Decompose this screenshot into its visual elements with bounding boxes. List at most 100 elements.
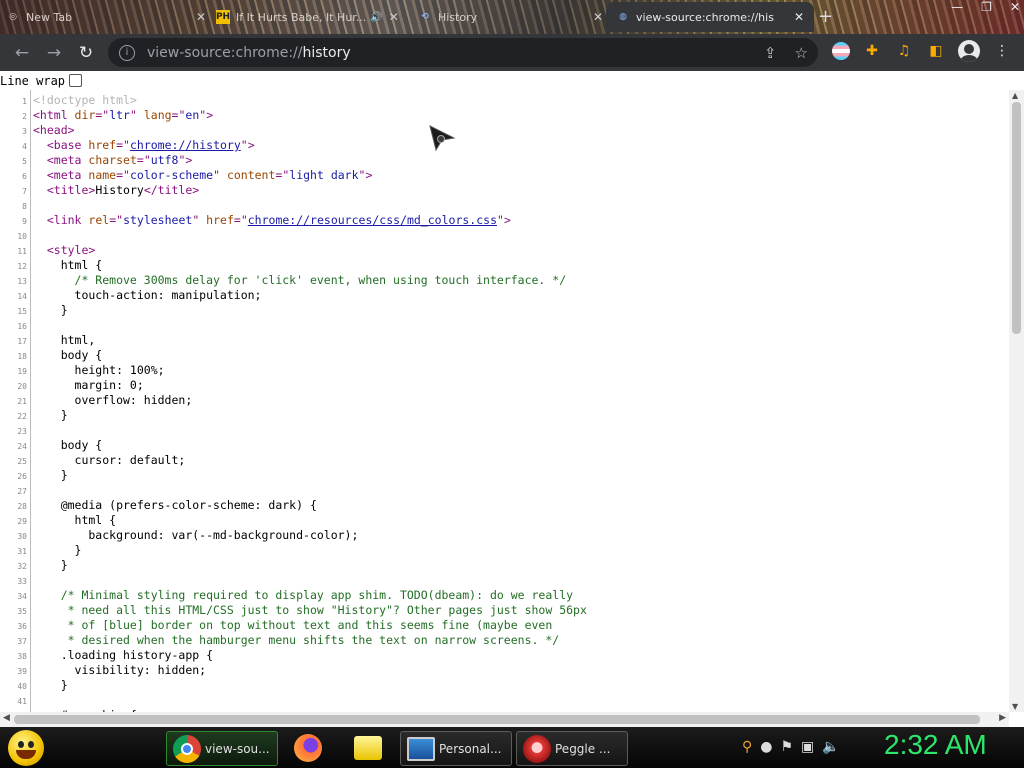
- line-number: 32: [17, 562, 27, 571]
- source-line: 9 <link rel="stylesheet" href="chrome://…: [0, 213, 1009, 228]
- line-number: 26: [17, 472, 27, 481]
- side-panel-icon[interactable]: ◧: [926, 41, 946, 61]
- source-line: 23: [0, 423, 1009, 438]
- scroll-right-icon[interactable]: ▶: [999, 713, 1006, 723]
- line-number: 21: [17, 397, 27, 406]
- line-number: 38: [17, 652, 27, 661]
- media-control-icon[interactable]: ♫: [894, 41, 914, 61]
- scroll-left-icon[interactable]: ◀: [3, 713, 10, 723]
- line-text: * of [blue] border on top without text a…: [33, 618, 553, 632]
- folder-icon: [354, 735, 382, 760]
- line-number: 6: [22, 172, 27, 181]
- close-window-icon[interactable]: ✕: [1010, 0, 1020, 14]
- forward-arrow-icon[interactable]: →: [38, 43, 70, 63]
- kebab-menu-icon[interactable]: ⋮: [992, 41, 1012, 61]
- source-line: 31 }: [0, 543, 1009, 558]
- new-tab-button[interactable]: +: [818, 6, 833, 27]
- volume-icon[interactable]: 🔈: [822, 739, 839, 755]
- source-line: 33: [0, 573, 1009, 588]
- back-arrow-icon[interactable]: ←: [6, 43, 38, 63]
- chat-icon[interactable]: ●: [760, 739, 772, 755]
- bookmark-star-icon[interactable]: ☆: [795, 44, 808, 62]
- tab-view-source[interactable]: ◍ view-source:chrome://his ✕: [606, 2, 814, 32]
- line-text: /* Minimal styling required to display a…: [33, 588, 574, 602]
- line-number: 13: [17, 277, 27, 286]
- reload-icon[interactable]: ↻: [70, 43, 102, 63]
- line-text: <link rel="stylesheet" href="chrome://re…: [46, 213, 511, 227]
- taskbar-item-peggle[interactable]: Peggle ...: [516, 731, 628, 766]
- tab-music[interactable]: PH If It Hurts Babe, It Hur... 🔊 ✕: [216, 2, 406, 32]
- scroll-down-icon[interactable]: ▼: [1012, 702, 1018, 711]
- tab-new-tab[interactable]: ◎ New Tab ✕: [6, 2, 206, 32]
- info-icon[interactable]: i: [119, 44, 135, 61]
- scroll-up-icon[interactable]: ▲: [1012, 91, 1018, 100]
- line-number: 29: [17, 517, 27, 526]
- puzzle-icon[interactable]: ✚: [862, 41, 882, 61]
- line-wrap-checkbox[interactable]: [69, 74, 83, 87]
- tab-history[interactable]: ⟲ History ✕: [418, 2, 603, 32]
- address-bar[interactable]: i view-source:chrome://history ⇪ ☆: [108, 38, 818, 67]
- line-number: 12: [17, 262, 27, 271]
- minimize-icon[interactable]: —: [951, 0, 963, 14]
- taskbar-item-folder[interactable]: [348, 731, 388, 764]
- line-text: }: [33, 468, 68, 482]
- taskbar-item-label: Personal...: [439, 741, 502, 756]
- source-line: 39 visibility: hidden;: [0, 663, 1009, 678]
- close-icon[interactable]: ✕: [196, 10, 206, 24]
- line-number: 22: [17, 412, 27, 421]
- line-text: <base href="chrome://history">: [46, 138, 255, 152]
- horizontal-scrollbar[interactable]: ◀ ▶: [0, 712, 1009, 727]
- taskbar-item-personal[interactable]: Personal...: [400, 731, 512, 766]
- start-smiley-icon[interactable]: [8, 730, 44, 766]
- speaker-icon[interactable]: 🔊: [370, 12, 382, 23]
- source-line: 6 <meta name="color-scheme" content="lig…: [0, 168, 1009, 183]
- source-line: 41: [0, 693, 1009, 708]
- taskbar-item-chrome[interactable]: view-sou...: [166, 731, 278, 766]
- pride-flag-icon[interactable]: [832, 42, 850, 60]
- maximize-icon[interactable]: ❐: [981, 0, 992, 14]
- source-line: 36 * of [blue] border on top without tex…: [0, 618, 1009, 633]
- line-number: 10: [17, 232, 27, 241]
- vertical-scrollbar[interactable]: ▲ ▼: [1009, 90, 1024, 712]
- line-number: 20: [17, 382, 27, 391]
- close-icon[interactable]: ✕: [593, 10, 603, 24]
- scrollbar-thumb[interactable]: [14, 715, 980, 724]
- close-icon[interactable]: ✕: [389, 10, 399, 24]
- line-number: 4: [22, 142, 27, 151]
- chrome-icon: [173, 734, 201, 763]
- search-icon[interactable]: ⚲: [742, 739, 752, 755]
- share-icon[interactable]: ⇪: [764, 44, 777, 62]
- line-number: 28: [17, 502, 27, 511]
- source-line: 17 html,: [0, 333, 1009, 348]
- line-text: body {: [33, 438, 103, 452]
- source-line: 29 html {: [0, 513, 1009, 528]
- profile-avatar-icon[interactable]: [958, 40, 980, 62]
- taskbar-item-label: Peggle ...: [555, 741, 611, 756]
- close-icon[interactable]: ✕: [794, 10, 804, 24]
- scrollbar-thumb[interactable]: [1012, 102, 1021, 334]
- line-wrap-label: Line wrap: [0, 73, 66, 88]
- line-number: 40: [17, 682, 27, 691]
- source-code: 1 <!doctype html> 2 <html dir="ltr" lang="e…: [0, 93, 1009, 712]
- source-line: 24 body {: [0, 438, 1009, 453]
- line-text: margin: 0;: [33, 378, 144, 392]
- line-number: 11: [17, 247, 27, 256]
- line-number: 30: [17, 532, 27, 541]
- taskbar-item-firefox[interactable]: [288, 731, 328, 764]
- source-line: 40 }: [0, 678, 1009, 693]
- browser-toolbar: ← → ↻ i view-source:chrome://history ⇪ ☆…: [0, 34, 1024, 71]
- source-line: 26 }: [0, 468, 1009, 483]
- line-text: <head>: [33, 123, 75, 137]
- line-number: 18: [17, 352, 27, 361]
- source-line: 2 <html dir="ltr" lang="en">: [0, 108, 1009, 123]
- source-view: 1 <!doctype html> 2 <html dir="ltr" lang="e…: [0, 90, 1009, 712]
- url-host: history: [302, 44, 351, 61]
- ph-icon: PH: [216, 10, 231, 24]
- flag-icon[interactable]: ⚑: [780, 739, 793, 755]
- line-number: 1: [22, 97, 27, 106]
- network-icon[interactable]: ▣: [801, 739, 814, 755]
- line-text: * need all this HTML/CSS just to show "H…: [33, 603, 587, 617]
- line-text: }: [33, 558, 68, 572]
- line-number: 2: [22, 112, 27, 121]
- clock[interactable]: 2:32 AM: [884, 729, 987, 761]
